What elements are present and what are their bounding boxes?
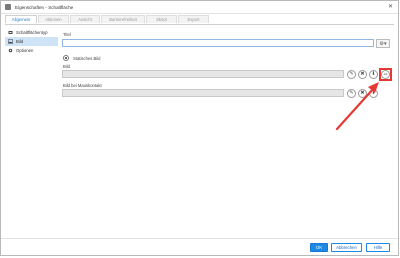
download-image-button[interactable]: ⬇ [369, 70, 378, 79]
image-label: Bild [63, 64, 70, 69]
sidebar-item-bild[interactable]: Bild [5, 37, 58, 46]
image-icon [8, 39, 13, 44]
button-type-icon [8, 31, 13, 34]
window-title: Eigenschaften - Schaltfläche [15, 4, 74, 10]
tab-allgemein[interactable]: Allgemein [5, 15, 37, 23]
title-bar: Eigenschaften - Schaltfläche ✕ [1, 1, 398, 14]
tab-ansicht[interactable]: Ansicht [70, 15, 100, 23]
tab-barrierefreiheit[interactable]: Barrierefreiheit [101, 15, 145, 23]
edit-image-button[interactable]: ✎ [347, 70, 356, 79]
help-button[interactable]: Hilfe [366, 243, 390, 252]
static-image-label: Statisches Bild [73, 56, 101, 61]
properties-dialog: Eigenschaften - Schaltfläche ✕ Allgemein… [0, 0, 399, 256]
sidebar-item-label: Optionen [16, 48, 34, 53]
static-image-radio[interactable] [63, 55, 69, 61]
hover-image-label: Bild bei Mauskontakt [63, 83, 102, 88]
title-input[interactable] [62, 39, 374, 47]
ok-button[interactable]: OK [310, 243, 328, 252]
tab-bar: Allgemein Aktionen Ansicht Barrierefreih… [5, 15, 394, 25]
gear-icon [8, 48, 13, 53]
cancel-button[interactable]: Abbrechen [331, 243, 362, 252]
title-options-dropdown[interactable]: ⚙▾ [376, 39, 390, 48]
highlight-frame [379, 68, 392, 81]
sidebar: Schaltflächentyp Bild Optionen [5, 28, 58, 55]
app-icon [5, 4, 11, 10]
tab-aktionen[interactable]: Aktionen [38, 15, 69, 23]
clear-image-button[interactable]: ✖ [358, 70, 367, 79]
sidebar-item-label: Schaltflächentyp [16, 30, 48, 35]
clear-hover-image-button[interactable]: ✖ [358, 89, 367, 98]
title-label: Titel [63, 32, 71, 37]
sidebar-item-label: Bild [16, 39, 24, 44]
download-hover-image-button[interactable]: ⬇ [369, 89, 378, 98]
image-field[interactable] [62, 70, 344, 78]
hover-image-field[interactable] [62, 89, 344, 97]
sidebar-item-schaltflaechentyp[interactable]: Schaltflächentyp [5, 28, 58, 37]
dialog-footer: OK Abbrechen Hilfe [1, 238, 398, 255]
edit-hover-image-button[interactable]: ✎ [347, 89, 356, 98]
sidebar-item-optionen[interactable]: Optionen [5, 46, 58, 55]
tab-export[interactable]: Export [178, 15, 209, 23]
tab-skript[interactable]: Skript [146, 15, 177, 23]
close-icon[interactable]: ✕ [388, 3, 393, 11]
